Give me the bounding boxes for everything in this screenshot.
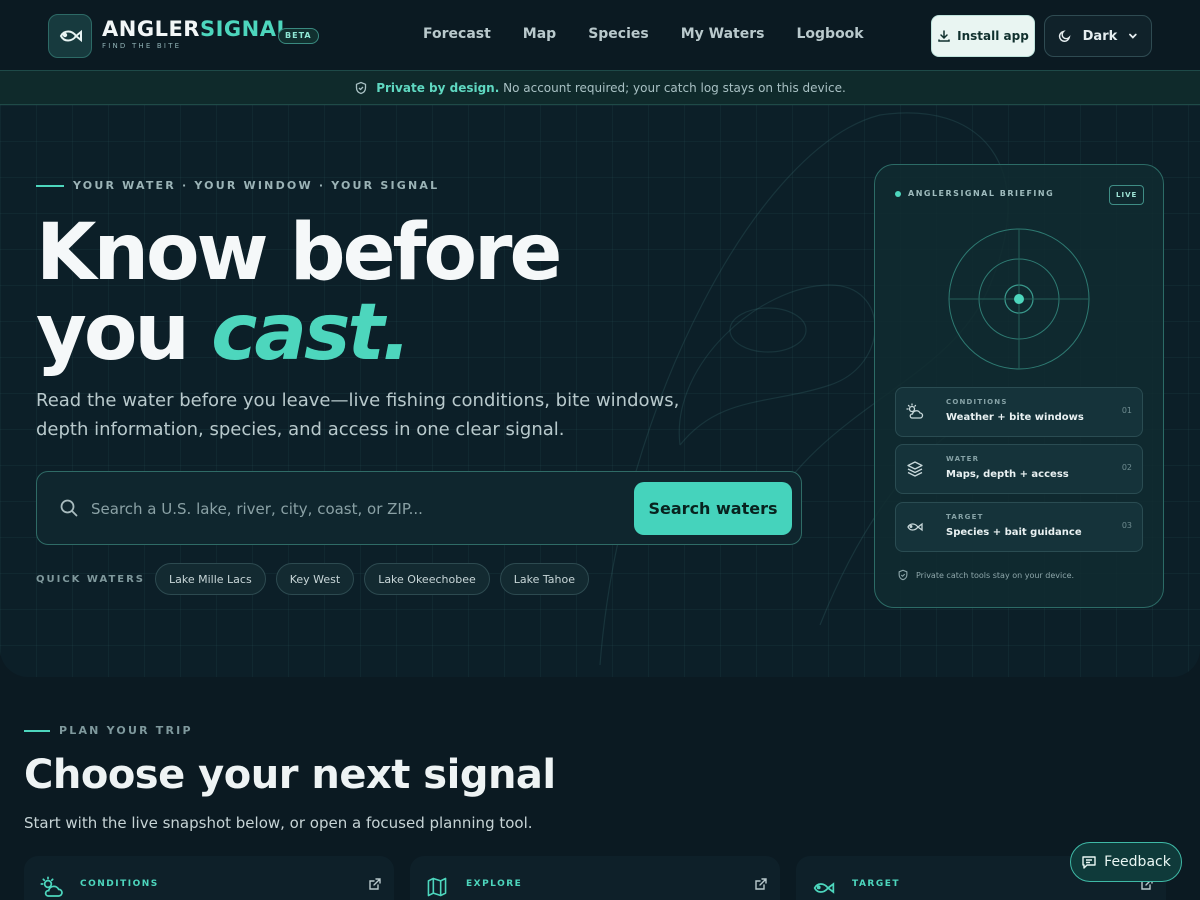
plan-subtitle: Start with the live snapshot below, or o… xyxy=(24,814,533,832)
brand-name-part1: ANGLER xyxy=(102,17,200,41)
hero-title: Know before you cast. xyxy=(36,208,562,373)
brand-name: ANGLERSIGNAL xyxy=(102,17,290,41)
quick-water-chip[interactable]: Lake Mille Lacs xyxy=(155,563,266,595)
quick-waters: QUICK WATERS Lake Mille Lacs Key West La… xyxy=(36,563,589,595)
plan-card-kicker: EXPLORE xyxy=(466,879,523,889)
feedback-button[interactable]: Feedback xyxy=(1070,842,1182,882)
plan-eyebrow: PLAN YOUR TRIP xyxy=(24,724,193,737)
cloud-sun-icon xyxy=(906,403,924,425)
install-app-button[interactable]: Install app xyxy=(931,15,1035,57)
nav-map[interactable]: Map xyxy=(523,26,556,42)
briefing-row-kicker: WATER xyxy=(946,455,980,463)
privacy-banner: Private by design. No account required; … xyxy=(0,71,1200,105)
nav-my-waters[interactable]: My Waters xyxy=(681,26,765,42)
hero-title-accent: cast. xyxy=(211,288,411,378)
theme-label: Dark xyxy=(1082,28,1118,44)
external-link-icon[interactable] xyxy=(368,876,382,895)
briefing-row-number: 02 xyxy=(1121,463,1132,472)
brand-name-part2: SIGNAL xyxy=(199,17,291,41)
beta-badge: BETA xyxy=(278,28,319,44)
briefing-row-conditions[interactable]: CONDITIONS Weather + bite windows 01 xyxy=(895,387,1143,437)
plan-card-kicker: TARGET xyxy=(852,879,901,889)
shield-check-icon xyxy=(898,569,908,581)
eyebrow-line xyxy=(24,729,50,732)
privacy-banner-text: No account required; your catch log stay… xyxy=(503,80,846,95)
briefing-title: ANGLERSIGNAL BRIEFING xyxy=(908,189,1055,198)
live-dot xyxy=(895,190,901,197)
briefing-row-water[interactable]: WATER Maps, depth + access 02 xyxy=(895,444,1143,494)
briefing-row-kicker: CONDITIONS xyxy=(946,398,1008,406)
brand-wordmark[interactable]: ANGLERSIGNAL FIND THE BITE xyxy=(102,17,290,50)
briefing-card: ANGLERSIGNAL BRIEFING LIVE CONDITIONS We… xyxy=(874,164,1164,608)
install-app-label: Install app xyxy=(957,29,1029,43)
plan-card-explore[interactable]: EXPLORE xyxy=(410,856,780,900)
site-header: ANGLERSIGNAL FIND THE BITE BETA Forecast… xyxy=(0,0,1200,71)
privacy-banner-strong: Private by design. xyxy=(376,80,500,95)
live-badge: LIVE xyxy=(1109,185,1145,205)
theme-select[interactable]: Dark xyxy=(1044,15,1152,57)
search-bar: Search waters xyxy=(36,471,802,545)
nav-forecast[interactable]: Forecast xyxy=(423,26,491,42)
eyebrow-line xyxy=(36,184,64,187)
hero-title-line1: Know before xyxy=(36,208,562,298)
radar-icon xyxy=(948,228,1090,370)
hero-title-line2: you xyxy=(36,288,212,378)
feedback-label: Feedback xyxy=(1104,854,1171,870)
download-icon xyxy=(938,30,950,42)
plan-card-kicker: CONDITIONS xyxy=(80,879,159,889)
nav-logbook[interactable]: Logbook xyxy=(796,26,863,42)
fish-icon xyxy=(812,876,836,900)
external-link-icon[interactable] xyxy=(754,876,768,895)
briefing-footer-text: Private catch tools stay on your device. xyxy=(916,570,1075,580)
hero-eyebrow: YOUR WATER · YOUR WINDOW · YOUR SIGNAL xyxy=(36,179,439,192)
fish-icon xyxy=(906,518,924,540)
briefing-row-title: Species + bait guidance xyxy=(946,527,1082,538)
search-input[interactable] xyxy=(91,494,611,524)
chat-icon xyxy=(1082,856,1096,869)
moon-icon xyxy=(1058,30,1071,42)
hero-lede: Read the water before you leave—live fis… xyxy=(36,390,680,440)
briefing-header: ANGLERSIGNAL BRIEFING xyxy=(895,189,1054,198)
nav-species[interactable]: Species xyxy=(588,26,649,42)
briefing-row-number: 01 xyxy=(1121,406,1132,415)
cloud-sun-icon xyxy=(40,876,64,900)
shield-check-icon xyxy=(356,81,367,94)
quick-water-chip[interactable]: Key West xyxy=(275,563,355,595)
map-icon xyxy=(426,876,448,900)
plan-eyebrow-text: PLAN YOUR TRIP xyxy=(59,724,193,737)
search-waters-button[interactable]: Search waters xyxy=(634,482,792,535)
briefing-row-number: 03 xyxy=(1121,521,1132,530)
search-icon xyxy=(59,498,79,522)
briefing-row-title: Maps, depth + access xyxy=(946,469,1069,480)
quick-water-chip[interactable]: Lake Tahoe xyxy=(499,563,589,595)
briefing-row-title: Weather + bite windows xyxy=(946,412,1084,423)
hero-section: YOUR WATER · YOUR WINDOW · YOUR SIGNAL K… xyxy=(0,105,1200,677)
quick-water-chip[interactable]: Lake Okeechobee xyxy=(364,563,490,595)
plan-title: Choose your next signal xyxy=(24,752,556,798)
quick-waters-label: QUICK WATERS xyxy=(36,573,146,585)
logo-fish-icon[interactable] xyxy=(48,14,92,58)
briefing-row-kicker: TARGET xyxy=(946,513,984,521)
briefing-row-target[interactable]: TARGET Species + bait guidance 03 xyxy=(895,502,1143,552)
brand-tagline: FIND THE BITE xyxy=(102,42,182,50)
chevron-down-icon xyxy=(1129,33,1137,39)
plan-card-conditions[interactable]: CONDITIONS xyxy=(24,856,394,900)
main-nav: Forecast Map Species My Waters Logbook xyxy=(423,26,896,42)
briefing-footer: Private catch tools stay on your device. xyxy=(897,569,1074,581)
hero-eyebrow-text: YOUR WATER · YOUR WINDOW · YOUR SIGNAL xyxy=(73,179,440,192)
layers-icon xyxy=(906,460,924,482)
